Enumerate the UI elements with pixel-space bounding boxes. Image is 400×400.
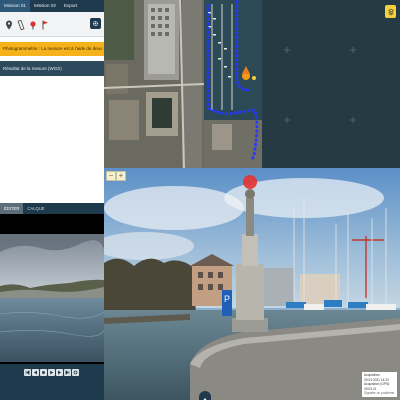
last-icon[interactable] xyxy=(64,369,71,376)
first-icon[interactable] xyxy=(24,369,31,376)
panorama-image: P xyxy=(104,168,400,400)
left-panel: Mission 01 Mission 02 Export Photogrammé… xyxy=(0,0,104,400)
tool-bar xyxy=(0,12,104,37)
zoom-in-button[interactable]: + xyxy=(116,171,126,181)
marker-icon[interactable] xyxy=(27,16,38,33)
flag-icon[interactable] xyxy=(39,16,50,33)
acquisition-info: Acquisition: 29.03.2021 14:23 Acquisitio… xyxy=(362,372,397,397)
navigation-arrow-icon[interactable] xyxy=(199,391,211,400)
gear-icon[interactable] xyxy=(90,18,101,29)
next-icon[interactable] xyxy=(56,369,63,376)
report-problem-link[interactable]: Signaler un problème xyxy=(364,391,395,396)
play-icon[interactable] xyxy=(48,369,55,376)
photo-preview xyxy=(0,214,104,364)
mission-tabs: Mission 01 Mission 02 Export xyxy=(0,0,104,12)
tab-mission-02[interactable]: Mission 02 xyxy=(30,0,60,12)
measure-result-banner: Résultat de la mesure (WGS) xyxy=(0,61,104,76)
acquisition-gps: Acquisition (GPS): 29.03.21 xyxy=(364,382,391,391)
tab-layer[interactable]: CALQUE xyxy=(23,203,48,214)
acquisition-date: Acquisition: 29.03.2021 14:23 xyxy=(364,373,389,382)
map-pin-icon[interactable] xyxy=(3,16,14,33)
zoom-out-button[interactable]: − xyxy=(106,171,116,181)
prev-icon[interactable] xyxy=(32,369,39,376)
svg-text:P: P xyxy=(224,294,230,304)
ruler-icon[interactable] xyxy=(15,16,26,33)
aerial-map[interactable] xyxy=(104,0,400,168)
settings-icon[interactable] xyxy=(72,369,79,376)
tab-mission-01[interactable]: Mission 01 xyxy=(0,0,30,12)
photo-player-controls xyxy=(0,364,104,400)
tab-export[interactable]: Export xyxy=(60,0,81,12)
warning-banner: Photogrammétrie : La mesure est à l'aide… xyxy=(0,42,104,56)
street-view-panorama[interactable]: P − + Acquisition: 29.03.2021 14:23 Acqu… xyxy=(104,168,400,400)
measurement-list xyxy=(0,77,104,203)
tab-edit[interactable]: ÉDITER xyxy=(0,203,24,214)
lake-photo[interactable] xyxy=(0,234,104,362)
photo-tabs: ÉDITER CALQUE xyxy=(0,203,104,214)
layers-icon[interactable] xyxy=(385,5,396,18)
stop-icon[interactable] xyxy=(40,369,47,376)
map-imagery xyxy=(104,0,400,168)
